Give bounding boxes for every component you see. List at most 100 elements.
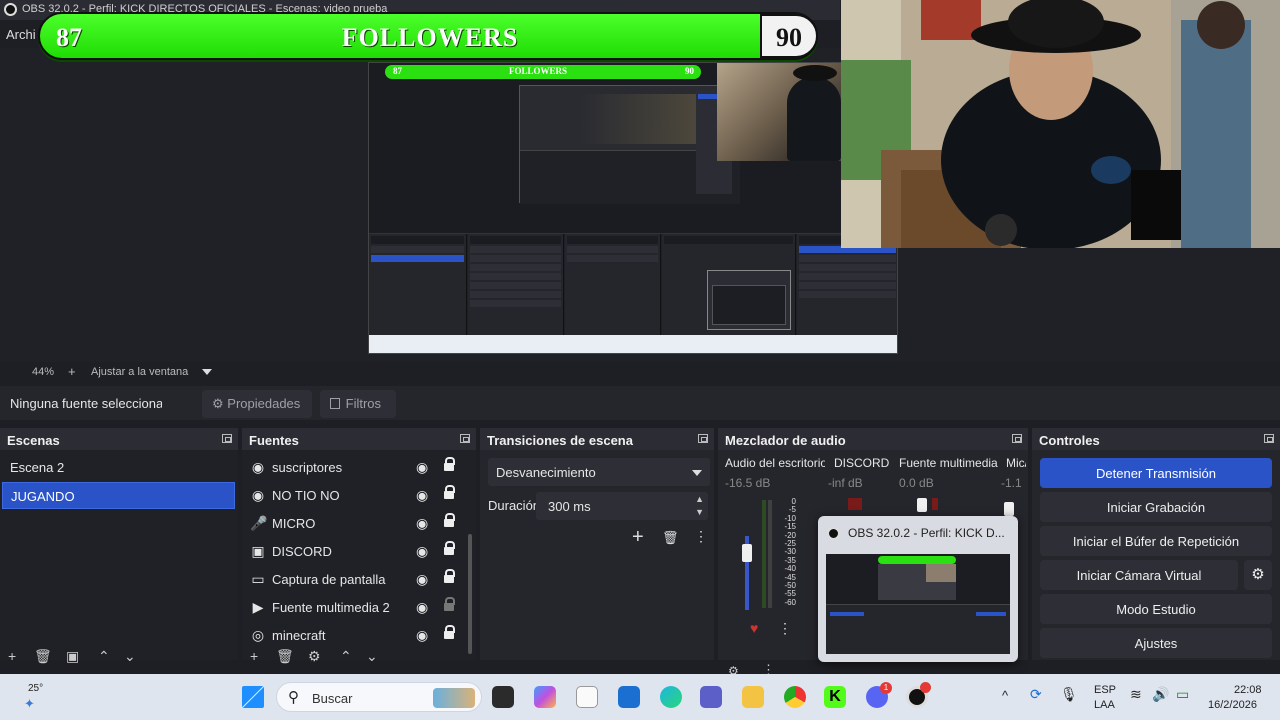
mic-fader-knob[interactable] xyxy=(1004,502,1014,516)
obs-logo-icon xyxy=(827,527,840,540)
battery-icon[interactable]: ▭ xyxy=(1176,686,1189,703)
spin-down-icon[interactable]: ▼ xyxy=(695,507,704,517)
kick-icon[interactable]: K xyxy=(824,686,846,708)
gear-icon[interactable]: ⚙ xyxy=(1244,560,1272,590)
studio-mode-button[interactable]: Modo Estudio xyxy=(1040,594,1272,624)
trash-icon[interactable]: 🗑 xyxy=(662,530,679,546)
source-item[interactable]: ▣ DISCORD ◉ xyxy=(248,538,462,565)
eye-icon[interactable]: ◉ xyxy=(416,627,428,644)
clock-time[interactable]: 22:08 xyxy=(1234,684,1262,696)
lock-icon[interactable] xyxy=(444,485,455,500)
lock-icon[interactable] xyxy=(444,625,455,640)
volume-icon[interactable]: 🔊 xyxy=(1152,686,1169,703)
gear-icon: ⚙ xyxy=(212,396,224,411)
undock-icon[interactable] xyxy=(460,434,470,443)
source-item[interactable]: ◉ NO TIO NO ◉ xyxy=(248,482,462,509)
file-explorer-icon[interactable] xyxy=(742,686,764,708)
edge-icon[interactable] xyxy=(660,686,682,708)
lock-icon[interactable] xyxy=(444,569,455,584)
speaker-muted-icon[interactable]: ♥ xyxy=(750,620,758,636)
properties-button[interactable]: ⚙ Propiedades xyxy=(202,390,312,418)
scene-item[interactable]: Escena 2 xyxy=(2,454,235,481)
source-item[interactable]: ▭ Captura de pantalla ◉ xyxy=(248,566,462,593)
mixer-channel-mic: Mic/ xyxy=(1006,456,1026,470)
scene-item-selected[interactable]: JUGANDO xyxy=(2,482,235,509)
undock-icon[interactable] xyxy=(1012,434,1022,443)
add-icon[interactable]: + xyxy=(8,648,16,664)
stop-streaming-button[interactable]: Detener Transmisión xyxy=(1040,458,1272,488)
lock-icon[interactable] xyxy=(444,513,455,528)
task-view-icon[interactable] xyxy=(492,686,514,708)
taskbar-search[interactable]: ⚲ Buscar xyxy=(276,682,482,712)
transition-select[interactable]: Desvanecimiento xyxy=(488,458,710,486)
chevron-up-icon[interactable]: ⌃ xyxy=(98,648,110,665)
add-transition-icon[interactable]: + xyxy=(632,526,644,549)
chevron-up-icon[interactable]: ⌃ xyxy=(340,648,352,665)
filter-icon[interactable]: ▣ xyxy=(66,648,79,665)
media-db: 0.0 dB xyxy=(899,476,934,490)
eye-icon[interactable]: ◉ xyxy=(416,599,428,616)
source-item[interactable]: ▶ Fuente multimedia 2 ◉ xyxy=(248,594,462,621)
lock-icon[interactable] xyxy=(444,541,455,556)
undock-icon[interactable] xyxy=(1264,434,1274,443)
start-virtual-camera-button[interactable]: Iniciar Cámara Virtual xyxy=(1040,560,1238,590)
eye-icon[interactable]: ◉ xyxy=(416,459,428,476)
add-icon[interactable]: + xyxy=(250,648,258,664)
start-recording-button[interactable]: Iniciar Grabación xyxy=(1040,492,1272,522)
spin-up-icon[interactable]: ▲ xyxy=(695,494,704,504)
chevron-up-icon[interactable]: ^ xyxy=(1002,688,1008,703)
duration-input[interactable]: 300 ms ▲ ▼ xyxy=(536,492,708,520)
taskbar-thumbnail-popup[interactable]: OBS 32.0.2 - Perfil: KICK D... xyxy=(818,516,1018,662)
media-fader-knob[interactable] xyxy=(917,498,927,512)
notepad-icon[interactable] xyxy=(576,686,598,708)
source-item[interactable]: ◎ minecraft ◉ xyxy=(248,622,462,649)
program-preview[interactable]: 87 FOLLOWERS 90 xyxy=(368,62,898,354)
windows-start-icon[interactable] xyxy=(242,686,264,708)
undock-icon[interactable] xyxy=(222,434,232,443)
weather-icon[interactable]: ✦ xyxy=(24,696,35,712)
desktop-fader-knob[interactable] xyxy=(742,544,752,562)
language-sub-label[interactable]: LAA xyxy=(1094,699,1115,711)
eye-icon[interactable]: ◉ xyxy=(416,571,428,588)
scenes-list: Escena 2 JUGANDO xyxy=(0,450,238,660)
filter-icon xyxy=(330,398,340,409)
chevron-down-icon[interactable] xyxy=(202,369,212,375)
eye-icon[interactable]: ◉ xyxy=(416,543,428,560)
eye-icon[interactable]: ◉ xyxy=(416,515,428,532)
copilot-icon[interactable] xyxy=(534,686,556,708)
wifi-icon[interactable]: ≋ xyxy=(1130,686,1142,703)
chevron-down-icon xyxy=(692,470,702,476)
teams-icon[interactable] xyxy=(700,686,722,708)
language-label[interactable]: ESP xyxy=(1094,684,1116,696)
trash-icon[interactable]: 🗑 xyxy=(34,648,52,665)
outlook-icon[interactable] xyxy=(618,686,640,708)
clock-date[interactable]: 16/2/2026 xyxy=(1208,699,1257,711)
scrollbar[interactable] xyxy=(468,534,472,654)
properties-label: Propiedades xyxy=(227,396,301,411)
zoom-in-icon[interactable]: + xyxy=(68,364,76,379)
controls-dock: Controles Detener Transmisión Iniciar Gr… xyxy=(1032,428,1280,660)
menu-file[interactable]: Archi xyxy=(6,27,36,42)
lock-icon[interactable] xyxy=(444,457,455,472)
popup-thumbnail[interactable] xyxy=(826,554,1010,654)
lock-icon[interactable] xyxy=(444,597,455,612)
chevron-down-icon[interactable]: ⌄ xyxy=(366,648,378,665)
eye-icon[interactable]: ◉ xyxy=(416,487,428,504)
sync-icon[interactable]: ⟳ xyxy=(1030,686,1042,703)
settings-button[interactable]: Ajustes xyxy=(1040,628,1272,658)
chevron-down-icon[interactable]: ⌄ xyxy=(124,648,136,665)
gear-icon[interactable]: ⚙ xyxy=(308,648,321,665)
trash-icon[interactable]: 🗑 xyxy=(276,648,294,665)
source-item[interactable]: 🎤 MICRO ◉ xyxy=(248,510,462,537)
zoom-level[interactable]: 44% xyxy=(32,366,54,378)
start-replay-buffer-button[interactable]: Iniciar el Búfer de Repetición xyxy=(1040,526,1272,556)
fit-window-label[interactable]: Ajustar a la ventana xyxy=(91,366,188,378)
chrome-icon[interactable] xyxy=(784,686,806,708)
weather-temp[interactable]: 25° xyxy=(28,683,43,694)
source-item[interactable]: ◉ suscriptores ◉ xyxy=(248,454,462,481)
filters-button[interactable]: Filtros xyxy=(320,390,396,418)
microphone-icon[interactable]: 🎙 xyxy=(1060,686,1078,703)
undock-icon[interactable] xyxy=(698,434,708,443)
more-icon[interactable]: ⋮ xyxy=(778,620,792,637)
more-icon[interactable]: ⋮ xyxy=(694,528,708,545)
